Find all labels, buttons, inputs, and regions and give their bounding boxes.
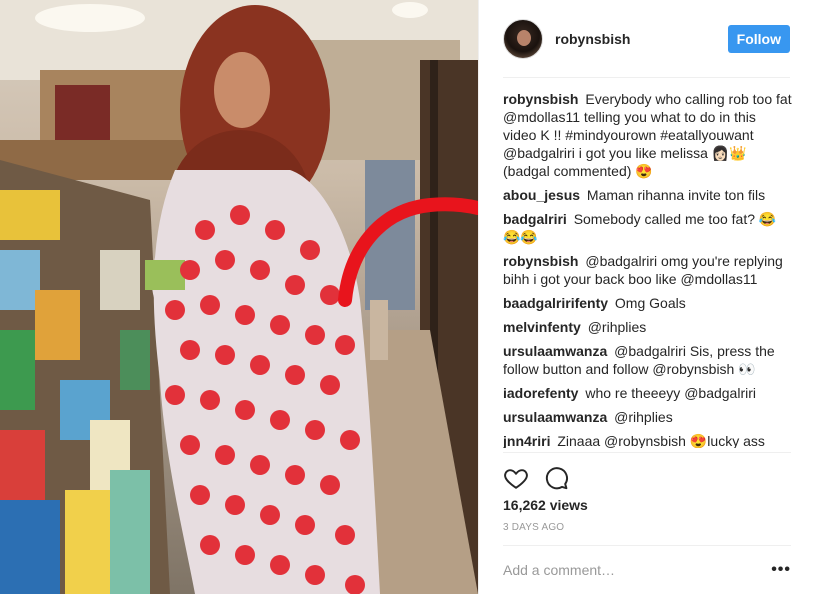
comment-text: @rihplies bbox=[614, 409, 673, 425]
comment-item: ursulaamwanza @badgalriri Sis, press the… bbox=[503, 342, 793, 378]
comment-list: robynsbish Everybody who calling rob too… bbox=[503, 90, 793, 448]
comment-item: iadorefenty who re theeeyy @badgalriri bbox=[503, 384, 793, 402]
comment-username[interactable]: robynsbish bbox=[503, 253, 578, 269]
add-comment-bar: ••• bbox=[503, 545, 791, 594]
comment-username[interactable]: badgalriri bbox=[503, 211, 567, 227]
comment-item: baadgalririfenty Omg Goals bbox=[503, 294, 793, 312]
heart-icon[interactable] bbox=[503, 465, 529, 491]
view-count: 16,262 views bbox=[503, 497, 588, 513]
comment-text: Zinaaa @robynsbish 😍lucky ass bbox=[557, 433, 765, 448]
comment-item: melvinfenty @rihplies bbox=[503, 318, 793, 336]
post-timestamp: 3 DAYS AGO bbox=[503, 522, 565, 533]
comment-item: robynsbish @badgalriri omg you're replyi… bbox=[503, 252, 793, 288]
comment-username[interactable]: robynsbish bbox=[503, 91, 578, 107]
comment-bubble-icon[interactable] bbox=[543, 465, 569, 491]
comment-text: who re theeeyy @badgalriri bbox=[585, 385, 756, 401]
comment-item: abou_jesus Maman rihanna invite ton fils bbox=[503, 186, 793, 204]
post-actions bbox=[503, 452, 791, 492]
comment-username[interactable]: ursulaamwanza bbox=[503, 409, 607, 425]
comment-username[interactable]: iadorefenty bbox=[503, 385, 578, 401]
comment-item: badgalriri Somebody called me too fat? 😂… bbox=[503, 210, 793, 246]
comment-input[interactable] bbox=[503, 562, 772, 578]
comment-username[interactable]: ursulaamwanza bbox=[503, 343, 607, 359]
comment-item: robynsbish Everybody who calling rob too… bbox=[503, 90, 793, 180]
comment-username[interactable]: melvinfenty bbox=[503, 319, 581, 335]
post-sidebar: robynsbish Follow robynsbish Everybody w… bbox=[478, 0, 813, 594]
comment-text: Omg Goals bbox=[614, 295, 686, 311]
profile-avatar[interactable] bbox=[503, 18, 543, 59]
comment-item: jnn4riri Zinaaa @robynsbish 😍lucky ass bbox=[503, 432, 793, 448]
post-header: robynsbish Follow bbox=[479, 0, 813, 78]
comment-item: ursulaamwanza @rihplies bbox=[503, 408, 793, 426]
comment-text: Maman rihanna invite ton fils bbox=[586, 187, 766, 203]
comment-username[interactable]: baadgalririfenty bbox=[503, 295, 608, 311]
follow-button[interactable]: Follow bbox=[727, 24, 790, 53]
author-username[interactable]: robynsbish bbox=[555, 31, 728, 47]
video-frame-illustration bbox=[0, 0, 478, 594]
comment-text: @rihplies bbox=[587, 319, 647, 335]
comment-username[interactable]: abou_jesus bbox=[503, 187, 580, 203]
more-options-icon[interactable]: ••• bbox=[771, 561, 791, 579]
comment-username[interactable]: jnn4riri bbox=[503, 433, 550, 448]
post-video[interactable] bbox=[0, 0, 478, 594]
